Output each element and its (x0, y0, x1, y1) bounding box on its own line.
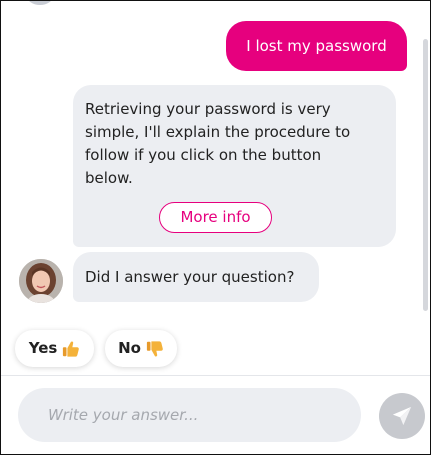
bot-question-text: Did I answer your question? (85, 268, 295, 286)
answer-input[interactable] (18, 388, 361, 442)
user-message-bubble: I lost my password (226, 21, 407, 71)
bot-message-line: below. (85, 169, 133, 187)
chat-window: I lost my password Retrieving your passw… (0, 0, 431, 455)
agent-avatar (19, 259, 63, 303)
thumbs-up-icon (63, 341, 80, 357)
paper-plane-icon (392, 406, 412, 426)
quick-reply-no[interactable]: No (105, 330, 177, 367)
scrollbar[interactable] (423, 39, 428, 311)
avatar-image (19, 259, 63, 303)
bot-message-text: Retrieving your password is very simple,… (85, 98, 384, 190)
thumbs-down-icon (146, 340, 163, 356)
bot-message-bubble: Retrieving your password is very simple,… (73, 85, 396, 247)
composer-divider (1, 375, 430, 376)
bot-question-bubble: Did I answer your question? (73, 252, 319, 302)
bot-message-line: simple, I'll explain the procedure to (85, 123, 351, 141)
more-info-button[interactable]: More info (159, 202, 272, 233)
quick-reply-label: No (118, 339, 141, 357)
quick-reply-label: Yes (28, 339, 58, 357)
previous-avatar (27, 1, 53, 5)
send-button[interactable] (379, 393, 425, 439)
bot-message-line: follow if you click on the button (85, 146, 322, 164)
user-message-text: I lost my password (246, 37, 387, 55)
quick-reply-yes[interactable]: Yes (15, 330, 94, 367)
bot-message-line: Retrieving your password is very (85, 100, 331, 118)
